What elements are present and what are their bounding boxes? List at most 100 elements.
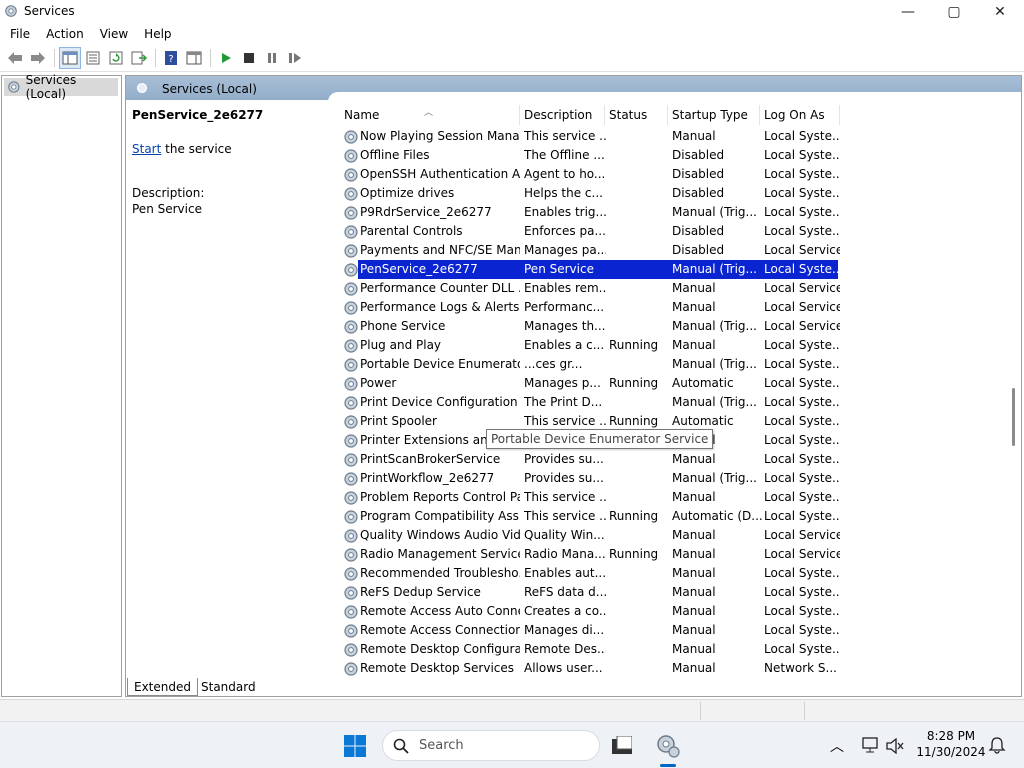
service-name-cell: Radio Management Service [360,547,520,561]
help-button[interactable]: ? [160,47,182,69]
properties-button[interactable] [82,47,104,69]
menu-action[interactable]: Action [38,23,92,45]
table-row[interactable]: Offline Files The Offline ... Disabled Loca… [340,146,840,165]
service-logon-cell: Local Syste... [764,566,840,580]
table-row[interactable]: P9RdrService_2e6277 Enables trig... Manual… [340,203,840,222]
table-row[interactable]: Plug and Play Enables a c... Running Manual… [340,336,840,355]
table-row[interactable]: Now Playing Session Mana... This service … [340,127,840,146]
services-app-icon[interactable] [654,732,682,760]
table-row[interactable]: PrintWorkflow_2e6277 Provides su... Manual… [340,469,840,488]
service-startup-cell: Manual (Trig... [672,395,757,409]
show-hidden-icons-chevron-icon[interactable]: ︿ [830,736,844,756]
service-logon-cell: Local Syste... [764,623,840,637]
back-button[interactable] [4,47,26,69]
tab-standard[interactable]: Standard [195,678,262,696]
vertical-scrollbar-thumb[interactable] [1012,388,1015,446]
service-gear-icon [344,472,358,486]
system-clock[interactable]: 8:28 PM 11/30/2024 [916,728,986,760]
minimize-button[interactable]: — [885,0,931,23]
tree-item-label: Services (Local) [25,73,77,101]
table-row[interactable]: Remote Desktop Services Allows user... Man… [340,659,840,676]
menu-view[interactable]: View [92,23,136,45]
notification-bell-icon[interactable] [988,736,1006,754]
service-status-cell [609,165,669,184]
table-row[interactable]: Phone Service Manages th... Manual (Trig..… [340,317,840,336]
service-description-cell: Enforces pa... [524,224,606,238]
table-row[interactable]: Print Device Configuration ... The Print … [340,393,840,412]
service-startup-cell: Manual [672,566,716,580]
table-row[interactable]: Radio Management Service Radio Mana... Run… [340,545,840,564]
column-header-startup-type[interactable]: Startup Type [668,105,760,125]
refresh-button[interactable] [105,47,127,69]
windows-start-icon[interactable] [343,734,367,758]
table-row[interactable]: Payments and NFC/SE Man... Manages pa... D… [340,241,840,260]
table-row[interactable]: PenService_2e6277 Pen Service Manual (Trig… [340,260,840,279]
table-row[interactable]: Parental Controls Enforces pa... Disabled L… [340,222,840,241]
tree-item-services-local[interactable]: Services (Local) [4,73,118,101]
start-service-link[interactable]: Start [132,142,161,156]
show-hide-console-tree-button[interactable] [59,47,81,69]
service-status-cell [609,127,669,146]
table-row[interactable]: Power Manages p... Running Automatic Local S… [340,374,840,393]
export-list-button[interactable] [128,47,150,69]
table-row[interactable]: Remote Access Connection... Manages di...… [340,621,840,640]
service-name-cell: Remote Access Connection... [360,623,520,637]
network-icon[interactable] [860,736,880,754]
volume-muted-icon[interactable] [886,738,904,754]
tab-extended[interactable]: Extended [127,678,198,696]
maximize-button[interactable]: ▢ [931,0,977,23]
table-row[interactable]: ReFS Dedup Service ReFS data d... Manual Lo… [340,583,840,602]
table-row[interactable]: PrintScanBrokerService Provides su... Manu… [340,450,840,469]
menu-help[interactable]: Help [136,23,179,45]
panel-title: Services (Local) [162,82,257,96]
active-app-indicator [660,764,676,767]
console-tree: Services (Local) [1,73,122,697]
service-status-cell [609,602,669,621]
service-logon-cell: Local Syste... [764,642,840,656]
service-logon-cell: Local Syste... [764,509,840,523]
table-row[interactable]: Program Compatibility Assi... This servic… [340,507,840,526]
table-row[interactable]: Optimize drives Helps the c... Disabled Loc… [340,184,840,203]
start-service-button[interactable] [215,47,237,69]
terminal-app-icon[interactable] [612,736,632,754]
service-gear-icon [344,643,358,657]
close-button[interactable]: ✕ [977,0,1023,23]
table-row[interactable]: OpenSSH Authentication A... Agent to ho..… [340,165,840,184]
table-row[interactable]: Problem Reports Control Pa... This servic… [340,488,840,507]
column-header-name[interactable]: ︿ Name [340,105,520,125]
service-startup-cell: Manual [672,528,716,542]
table-row[interactable]: Remote Desktop Configurat... Remote Des..… [340,640,840,659]
restart-service-button[interactable] [284,47,306,69]
service-startup-cell: Manual [672,300,716,314]
service-description-cell: The Offline ... [524,148,605,162]
menu-file[interactable]: File [2,23,38,45]
table-row[interactable]: Performance Logs & Alerts Performanc... Ma… [340,298,840,317]
service-startup-cell: Manual [672,452,716,466]
description-value: Pen Service [132,202,202,216]
stop-service-button[interactable] [238,47,260,69]
name-tooltip: Portable Device Enumerator Service [486,429,714,449]
table-row[interactable]: Performance Counter DLL ... Enables rem..… [340,279,840,298]
service-gear-icon [344,529,358,543]
service-logon-cell: Local Syste... [764,471,840,485]
service-name-cell: PrintWorkflow_2e6277 [360,471,495,485]
table-row[interactable]: Recommended Troublesho... Enables aut... M… [340,564,840,583]
table-row[interactable]: Portable Device Enumerator Service ...ces… [340,355,840,374]
taskbar-search[interactable]: Search [382,730,600,761]
table-row[interactable]: Remote Access Auto Conne... Creates a co.… [340,602,840,621]
column-header-status[interactable]: Status [605,105,668,125]
toolbar: ? [0,45,1024,72]
column-header-description[interactable]: Description [520,105,605,125]
pause-service-button[interactable] [261,47,283,69]
service-status-cell [609,317,669,336]
properties-icon [86,51,100,65]
show-hide-action-pane-button[interactable] [183,47,205,69]
column-header-log-on-as[interactable]: Log On As [760,105,840,125]
service-name-cell: Remote Desktop Services [360,661,515,675]
service-gear-icon [344,130,358,144]
service-logon-cell: Local Syste... [764,186,840,200]
table-row[interactable]: Quality Windows Audio Vid... Quality Win.… [340,526,840,545]
service-logon-cell: Local Syste... [764,585,840,599]
forward-button[interactable] [27,47,49,69]
selected-service-name: PenService_2e6277 [132,108,264,122]
